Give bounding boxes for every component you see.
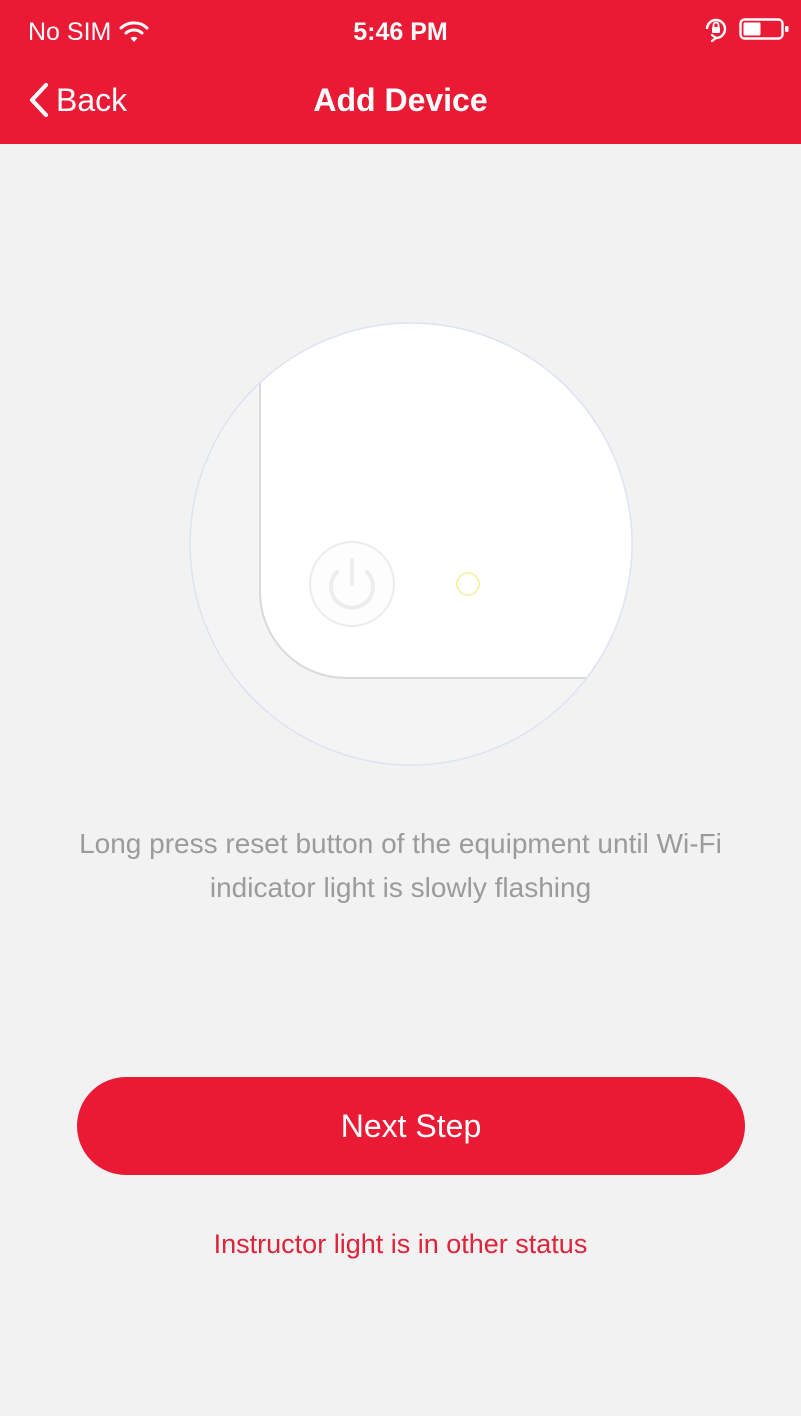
header: No SIM 5:46 PM Back Add Device <box>0 0 801 144</box>
next-step-button[interactable]: Next Step <box>77 1077 745 1175</box>
status-time: 5:46 PM <box>353 18 448 46</box>
power-button-icon <box>309 541 395 627</box>
battery-icon <box>739 16 791 42</box>
navigation-bar: Back Add Device <box>0 62 801 144</box>
status-bar: No SIM 5:46 PM <box>0 0 801 62</box>
device-illustration <box>189 322 633 766</box>
other-status-link[interactable]: Instructor light is in other status <box>0 1226 801 1262</box>
page-title: Add Device <box>313 82 488 118</box>
instruction-text: Long press reset button of the equipment… <box>79 828 722 903</box>
add-device-screen: No SIM 5:46 PM Back Add Device Long pres… <box>0 0 801 1416</box>
orientation-lock-icon <box>703 16 729 43</box>
status-right-icons <box>703 16 791 43</box>
